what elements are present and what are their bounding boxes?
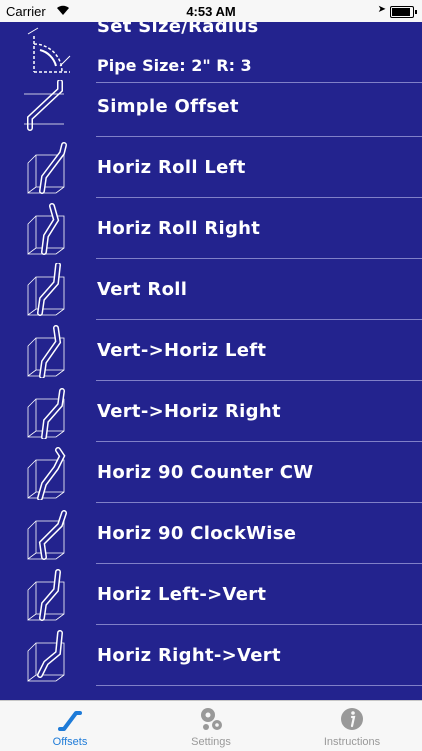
tab-settings[interactable]: Settings	[141, 701, 281, 751]
list-item-vert-roll[interactable]: Vert Roll	[0, 259, 422, 320]
tab-bar: Offsets Settings Instructions	[0, 700, 422, 751]
list-item-horiz-left-vert[interactable]: Horiz Left->Vert	[0, 564, 422, 625]
vert-roll-icon	[27, 263, 65, 316]
info-icon	[341, 708, 363, 730]
pipe-bend-radius-icon	[27, 27, 71, 73]
item-label: Vert->Horiz Right	[97, 401, 281, 422]
list-item-horiz-roll-left[interactable]: Horiz Roll Left	[0, 137, 422, 198]
list-item-set-size[interactable]: Set Size/Radius Pipe Size: 2" R: 3	[0, 22, 422, 83]
vert-horiz-left-icon	[27, 325, 65, 378]
battery-icon	[390, 6, 417, 18]
status-bar: Carrier 4:53 AM ➤	[0, 0, 422, 22]
tab-instructions-label: Instructions	[323, 736, 381, 748]
item-label: Horiz Roll Left	[97, 157, 246, 178]
horiz-roll-left-icon	[27, 142, 67, 194]
item-label: Horiz 90 ClockWise	[97, 523, 297, 544]
horiz-roll-right-icon	[27, 203, 65, 255]
offsets-pipe-icon	[58, 711, 82, 731]
item-label: Simple Offset	[97, 96, 239, 117]
tab-instructions[interactable]: Instructions	[282, 701, 422, 751]
tab-offsets-label: Offsets	[52, 736, 88, 748]
clock: 4:53 AM	[186, 4, 236, 19]
item-label: Horiz Left->Vert	[97, 584, 267, 605]
item-label: Horiz Right->Vert	[97, 645, 281, 666]
location-arrow-icon: ➤	[377, 4, 386, 15]
simple-offset-icon	[24, 80, 64, 131]
horiz-left-vert-icon	[27, 569, 65, 621]
item-label: Horiz Roll Right	[97, 218, 261, 239]
list-item-simple-offset[interactable]: Simple Offset	[0, 76, 422, 137]
item-label: Horiz 90 Counter CW	[97, 462, 314, 483]
list-item-vert-horiz-left[interactable]: Vert->Horiz Left	[0, 320, 422, 381]
item-label: Vert->Horiz Left	[97, 340, 267, 361]
gears-icon	[201, 708, 222, 730]
list-item-horiz-right-vert[interactable]: Horiz Right->Vert	[0, 625, 422, 686]
horiz-90-ccw-icon	[27, 447, 66, 500]
vert-horiz-right-icon	[27, 388, 65, 439]
item-label: Vert Roll	[97, 279, 188, 300]
horiz-right-vert-icon	[27, 630, 65, 682]
pipe-size-label: Pipe Size: 2" R: 3	[97, 56, 252, 75]
list-item-partial[interactable]	[0, 686, 422, 700]
list-item-horiz-90-cw[interactable]: Horiz 90 ClockWise	[0, 503, 422, 564]
tab-offsets[interactable]: Offsets	[0, 701, 140, 751]
horiz-90-cw-icon	[27, 510, 67, 560]
list-item-vert-horiz-right[interactable]: Vert->Horiz Right	[0, 381, 422, 442]
tab-settings-label: Settings	[191, 736, 231, 748]
list-item-horiz-roll-right[interactable]: Horiz Roll Right	[0, 198, 422, 259]
list-item-horiz-90-ccw[interactable]: Horiz 90 Counter CW	[0, 442, 422, 503]
offsets-list[interactable]: Set Size/Radius Pipe Size: 2" R: 3 Simpl…	[0, 22, 422, 700]
pipe-partial-icon	[20, 690, 76, 700]
